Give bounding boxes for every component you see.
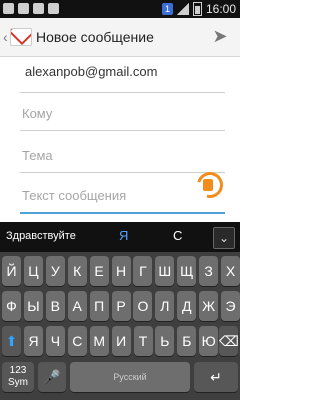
keyboard: Здравствуйте Я С ⌄ ЙЦУКЕНГШЩЗХ ФЫВАПРОЛД… (0, 222, 240, 400)
mail-icon (33, 3, 44, 14)
battery-icon (192, 2, 202, 16)
chevron-down-icon[interactable]: ⌄ (213, 227, 235, 249)
row3-key-0[interactable]: Я (24, 326, 43, 356)
status-icons-left (3, 3, 59, 14)
gmail-icon[interactable] (10, 28, 32, 46)
status-icons-right: 1 16:00 (161, 2, 236, 16)
sym-key[interactable]: 123 Sym (2, 362, 34, 392)
row2-key-6[interactable]: О (133, 291, 153, 321)
row1-key-6[interactable]: Г (133, 256, 153, 286)
from-address: alexanpob@gmail.com (25, 64, 158, 79)
row3-key-7[interactable]: Б (177, 326, 197, 356)
row2-key-1[interactable]: Ы (23, 291, 43, 321)
enter-icon[interactable]: ↵ (194, 362, 238, 392)
page-title: Новое сообщение (36, 29, 154, 45)
row3-key-6[interactable]: Ь (155, 326, 175, 356)
subject-placeholder: Тема (22, 148, 53, 163)
row3-key-2[interactable]: С (67, 326, 87, 356)
row1-key-4[interactable]: Е (89, 256, 109, 286)
space-key[interactable]: Русский (70, 362, 190, 392)
action-bar: ‹ Новое сообщение ➤ (0, 18, 240, 57)
row2-key-3[interactable]: А (67, 291, 87, 321)
row1-key-1[interactable]: Ц (23, 256, 43, 286)
row1-key-0[interactable]: Й (2, 256, 21, 286)
signal-icon (176, 3, 189, 15)
usb-icon (48, 3, 59, 14)
row2-key-10[interactable]: Э (221, 291, 240, 321)
to-placeholder: Кому (22, 106, 53, 121)
from-field[interactable]: alexanpob@gmail.com (20, 60, 225, 93)
notification-count-badge: 1 (161, 3, 173, 15)
subject-field[interactable]: Тема (20, 140, 225, 173)
row1-key-2[interactable]: У (45, 256, 65, 286)
image-icon (18, 3, 29, 14)
space-language-label: Русский (113, 372, 147, 382)
row2-key-8[interactable]: Д (177, 291, 197, 321)
row2-key-2[interactable]: В (45, 291, 65, 321)
row3-key-4[interactable]: И (111, 326, 131, 356)
row2-key-4[interactable]: П (89, 291, 109, 321)
row1-key-10[interactable]: Х (221, 256, 240, 286)
to-field[interactable]: Кому (20, 98, 225, 131)
suggestion-bar: Здравствуйте Я С ⌄ (0, 222, 240, 252)
suggestion-3[interactable]: С (173, 228, 182, 243)
row1-key-8[interactable]: Щ (177, 256, 197, 286)
row1-key-3[interactable]: К (67, 256, 87, 286)
row2-key-0[interactable]: Ф (2, 291, 21, 321)
notification-icon (3, 3, 14, 14)
status-bar: 1 16:00 (0, 0, 240, 18)
suggestion-1[interactable]: Здравствуйте (6, 230, 76, 242)
shift-icon[interactable]: ⬆ (2, 326, 21, 356)
body-field[interactable]: Текст сообщения (20, 180, 225, 214)
back-chevron-icon[interactable]: ‹ (3, 29, 8, 45)
body-placeholder: Текст сообщения (22, 188, 127, 203)
row3-key-1[interactable]: Ч (45, 326, 65, 356)
row3-key-5[interactable]: Т (133, 326, 153, 356)
row2-key-7[interactable]: Л (155, 291, 175, 321)
row2-key-5[interactable]: Р (111, 291, 131, 321)
send-icon[interactable]: ➤ (210, 26, 230, 46)
clock: 16:00 (205, 2, 236, 16)
mic-icon[interactable]: 🎤 (38, 362, 66, 392)
row2-key-9[interactable]: Ж (199, 291, 219, 321)
row1-key-5[interactable]: Н (111, 256, 131, 286)
row3-key-3[interactable]: М (89, 326, 109, 356)
row1-key-9[interactable]: З (199, 256, 219, 286)
backspace-icon[interactable]: ⌫ (219, 326, 239, 356)
handle-dot (203, 179, 213, 191)
row1-key-7[interactable]: Ш (155, 256, 175, 286)
row3-key-8[interactable]: Ю (199, 326, 219, 356)
suggestion-2[interactable]: Я (119, 228, 128, 243)
